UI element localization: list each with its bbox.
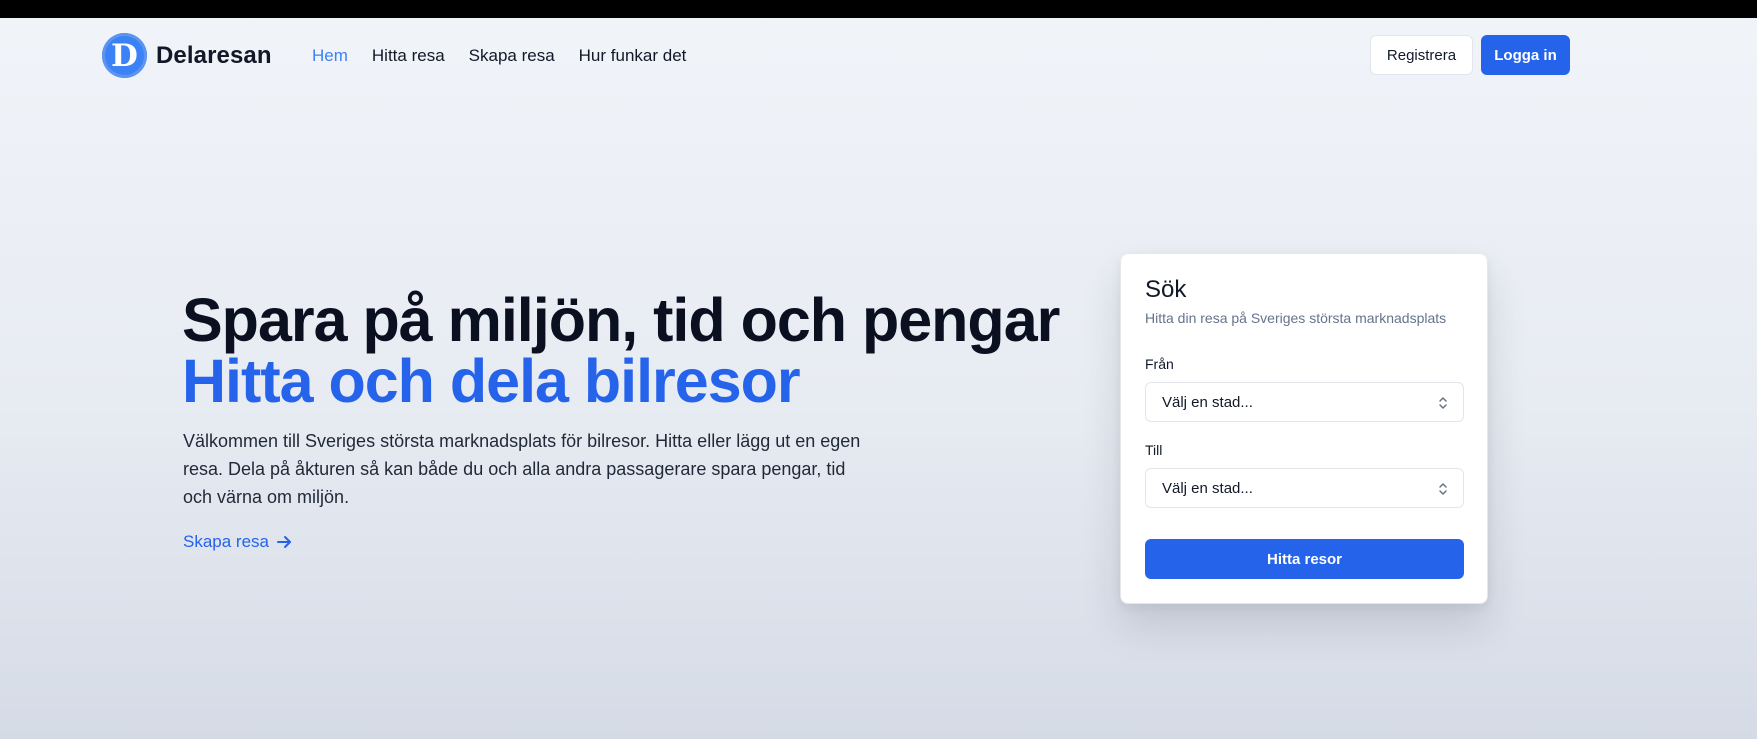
main-nav: Hem Hitta resa Skapa resa Hur funkar det <box>312 46 710 66</box>
brand-name: Delaresan <box>156 41 272 69</box>
nav-item-hem[interactable]: Hem <box>312 46 348 66</box>
browser-top-bar <box>0 0 1757 18</box>
from-select-value: Välj en stad... <box>1162 393 1253 411</box>
from-label: Från <box>1145 356 1174 372</box>
from-select[interactable]: Välj en stad... <box>1145 382 1464 422</box>
logo-letter: D <box>111 38 138 74</box>
arrow-right-icon <box>277 536 291 548</box>
register-button[interactable]: Registrera <box>1370 35 1473 75</box>
brand[interactable]: D Delaresan <box>102 33 272 78</box>
create-trip-link-label: Skapa resa <box>183 532 269 551</box>
search-card-subtitle: Hitta din resa på Sveriges största markn… <box>1145 310 1447 326</box>
hero-subtitle: Hitta och dela bilresor <box>182 347 801 415</box>
hero-description: Välkommen till Sveriges största marknads… <box>183 431 861 507</box>
nav-item-skapa-resa[interactable]: Skapa resa <box>469 46 555 66</box>
create-trip-link[interactable]: Skapa resa <box>183 532 293 552</box>
site-header: D Delaresan Hem Hitta resa Skapa resa Hu… <box>0 18 1757 92</box>
chevron-up-down-icon <box>1439 397 1447 409</box>
logo-icon: D <box>102 33 147 78</box>
to-select[interactable]: Välj en stad... <box>1145 468 1464 508</box>
chevron-up-down-icon <box>1439 483 1447 495</box>
nav-item-hitta-resa[interactable]: Hitta resa <box>372 46 445 66</box>
login-button[interactable]: Logga in <box>1481 35 1570 75</box>
search-card: Sök Hitta din resa på Sveriges största m… <box>1120 253 1488 604</box>
to-select-value: Välj en stad... <box>1162 479 1253 497</box>
find-trips-button[interactable]: Hitta resor <box>1145 539 1464 579</box>
nav-item-hur-funkar-det[interactable]: Hur funkar det <box>579 46 687 66</box>
to-label: Till <box>1145 442 1163 458</box>
search-card-title: Sök <box>1145 276 1187 303</box>
